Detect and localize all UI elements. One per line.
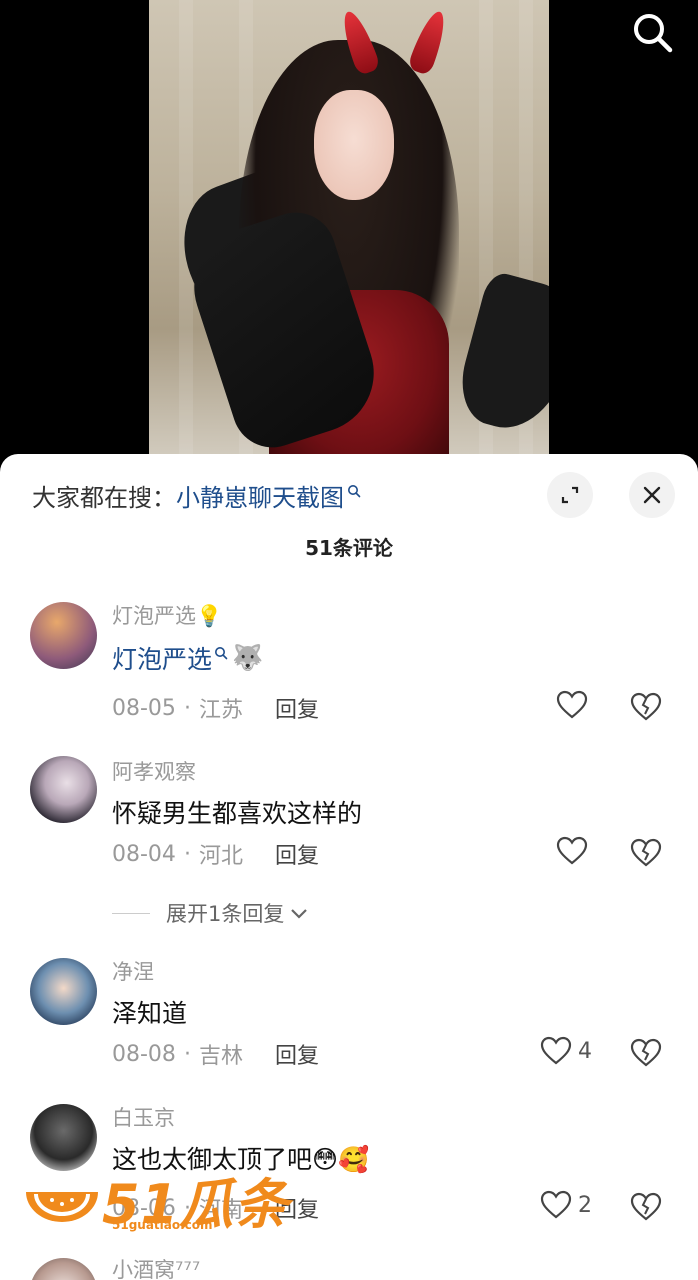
comment-meta: 08-04 · 河北 回复 [112, 838, 319, 870]
search-suggestion: 大家都在搜： 小静崽聊天截图 [32, 478, 361, 513]
search-icon [634, 14, 673, 53]
comment-username[interactable]: 小酒窝⁷⁷⁷ [112, 1254, 200, 1280]
broken-heart-icon [630, 692, 662, 721]
broken-heart-icon [630, 1192, 662, 1221]
like-button[interactable]: 2 [540, 1190, 592, 1220]
avatar[interactable] [30, 602, 97, 669]
like-button[interactable] [556, 690, 594, 720]
watermark-url: 51guatiao.com [112, 1218, 213, 1232]
comment-meta: 08-08 · 吉林 回复 [112, 1038, 319, 1070]
video-frame[interactable] [149, 0, 549, 470]
heart-icon [556, 836, 588, 865]
comment-date: 08-08 [112, 1041, 176, 1067]
avatar[interactable] [30, 756, 97, 823]
close-button[interactable] [629, 472, 675, 518]
small-search-icon [215, 647, 228, 660]
suggestion-link-text[interactable]: 小静崽聊天截图 [176, 478, 344, 513]
watermelon-logo-icon [26, 1191, 98, 1222]
avatar[interactable] [30, 958, 97, 1025]
broken-heart-icon [630, 1038, 662, 1067]
comment-date: 08-05 [112, 695, 176, 721]
divider [112, 912, 150, 914]
comment-text: 泽知道 [112, 999, 188, 1028]
heart-icon [540, 1036, 572, 1065]
broken-heart-icon [630, 838, 662, 867]
like-count: 2 [578, 1192, 592, 1218]
comment-text: 灯泡严选 🐺 [112, 640, 263, 676]
comment-location: 吉林 [198, 1044, 243, 1069]
expand-button[interactable] [547, 472, 593, 518]
search-button[interactable] [628, 8, 676, 56]
comment-username[interactable]: 净涅 [112, 956, 154, 986]
video-player[interactable] [0, 0, 698, 470]
comment-text: 怀疑男生都喜欢这样的 [112, 799, 363, 828]
chevron-down-icon [291, 909, 308, 919]
heart-icon [556, 690, 588, 719]
reply-button[interactable]: 回复 [275, 692, 319, 724]
like-button[interactable] [556, 836, 594, 866]
dislike-button[interactable] [630, 1038, 662, 1072]
comment-location: 江苏 [198, 698, 243, 723]
comment-sheet: 大家都在搜： 小静崽聊天截图 51条评论 灯泡严选💡 灯泡严选 🐺 08-05 … [0, 454, 698, 1280]
wolf-emoji-icon: 🐺 [232, 643, 264, 672]
avatar[interactable] [30, 1258, 97, 1280]
dislike-button[interactable] [630, 692, 662, 726]
dislike-button[interactable] [630, 838, 662, 872]
heart-icon [540, 1190, 572, 1219]
comment-mention[interactable]: 灯泡严选 [112, 640, 212, 676]
like-count: 4 [578, 1038, 592, 1064]
suggestion-link[interactable]: 小静崽聊天截图 [176, 478, 361, 513]
reply-button[interactable]: 回复 [275, 838, 319, 870]
close-icon [643, 486, 661, 504]
expand-replies-button[interactable]: 展开1条回复 [112, 898, 310, 928]
dislike-button[interactable] [630, 1192, 662, 1226]
watermark-logo: 51瓜条 51guatiao.com [22, 1160, 289, 1239]
comment-meta: 08-05 · 江苏 回复 [112, 692, 319, 724]
horn-right [406, 7, 452, 77]
reply-button[interactable]: 回复 [275, 1038, 319, 1070]
comment-count: 51条评论 [305, 536, 393, 560]
comment-date: 08-04 [112, 841, 176, 867]
figure-face [314, 90, 394, 200]
comment-username[interactable]: 白玉京 [112, 1102, 175, 1132]
like-button[interactable]: 4 [540, 1036, 592, 1066]
expand-replies-label[interactable]: 展开1条回复 [166, 898, 284, 928]
suggestion-prefix: 大家都在搜： [32, 484, 176, 512]
comment-username[interactable]: 灯泡严选💡 [112, 600, 222, 630]
wing-right [451, 269, 549, 441]
comment-location: 河北 [198, 844, 243, 869]
small-search-icon [348, 484, 361, 497]
expand-icon [561, 486, 579, 504]
comment-username[interactable]: 阿孝观察 [112, 756, 196, 786]
